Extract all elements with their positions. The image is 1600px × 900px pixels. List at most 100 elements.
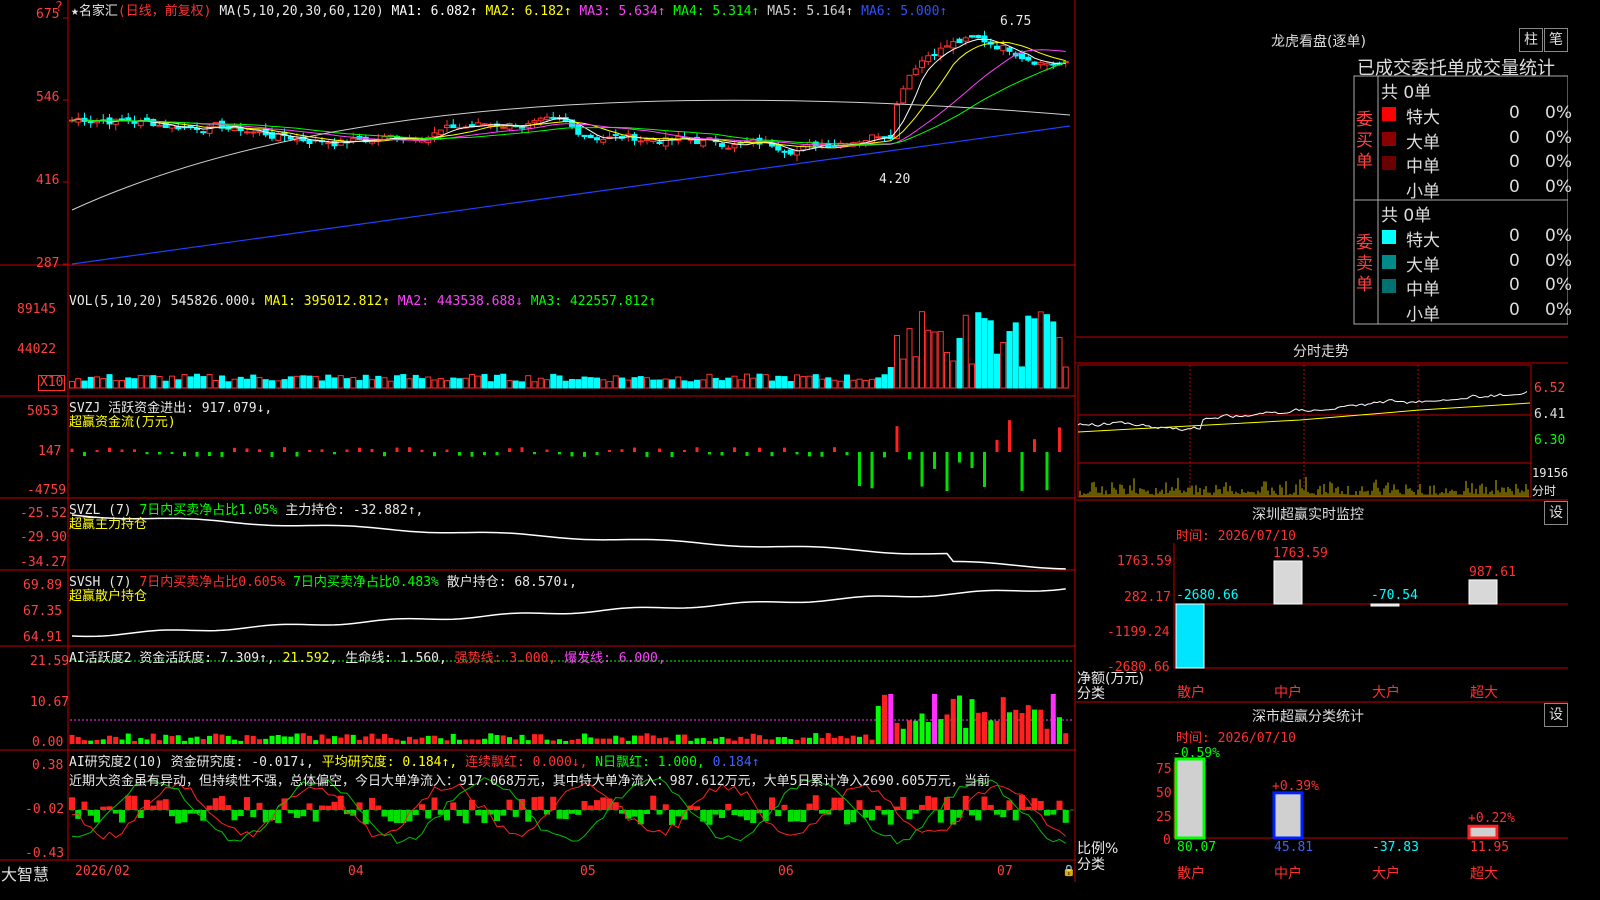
sz-settings-button[interactable]: 设 xyxy=(1544,501,1568,525)
volume-bar xyxy=(462,377,469,389)
flow-bar xyxy=(683,449,686,452)
intraday-price-line xyxy=(1077,391,1528,432)
volume-bar xyxy=(619,377,625,389)
flow-bar xyxy=(933,452,936,469)
candle-body xyxy=(650,139,657,142)
candle-body xyxy=(200,131,207,134)
research-bar xyxy=(675,810,682,817)
research-bar xyxy=(512,810,519,817)
svsh-ytick: 67.35 xyxy=(23,604,63,619)
volume-bar xyxy=(944,352,950,389)
research-bar xyxy=(537,796,544,810)
flow-bar xyxy=(645,452,649,457)
volume-bar xyxy=(100,378,107,389)
research-bar xyxy=(794,810,800,822)
activity-bar xyxy=(988,720,994,744)
stats-title: 已成交委托单成交量统计 xyxy=(1357,58,1555,79)
research-bar xyxy=(444,810,450,821)
activity-bar xyxy=(94,739,100,744)
ai-research-desc: 近期大资金虽有异动，但持续性不强，总体偏空，今日大单净流入：917.068万元，… xyxy=(69,774,991,789)
research-bar xyxy=(450,802,457,810)
intraday-price-label: 6.52 xyxy=(1534,381,1566,396)
cls-value-1: 80.07 xyxy=(1177,840,1217,855)
volume-bar xyxy=(1044,314,1050,389)
svzj-ytick: 5053 xyxy=(27,404,59,419)
flow-bar xyxy=(220,452,224,457)
star-icon[interactable]: ★ xyxy=(71,4,79,19)
candle-body xyxy=(544,116,550,120)
candle-body xyxy=(1050,63,1057,66)
research-bar xyxy=(1000,810,1007,818)
candle-body xyxy=(906,74,913,90)
flow-bar xyxy=(570,452,574,457)
volume-bar xyxy=(962,314,969,389)
candle-body xyxy=(519,126,525,129)
activity-bar xyxy=(582,733,587,744)
flow-bar xyxy=(770,452,774,457)
ai-active-ytick: 10.67 xyxy=(30,695,70,710)
vol-unit-badge[interactable]: X10 xyxy=(38,375,66,391)
activity-bar xyxy=(1032,709,1037,744)
research-bar xyxy=(569,810,575,814)
research-bar xyxy=(137,810,144,818)
research-bar xyxy=(525,810,532,822)
volume-bar xyxy=(750,377,757,389)
activity-bar xyxy=(225,735,231,744)
activity-bar xyxy=(838,736,844,744)
order-row-pct: 0% xyxy=(1545,299,1572,320)
candle-body xyxy=(87,121,94,124)
volume-bar xyxy=(75,378,82,389)
cls-ytick: 50 xyxy=(1156,786,1172,801)
ai-active-ytick: 21.59 xyxy=(30,654,70,669)
flow-bar xyxy=(183,452,186,457)
activity-bar xyxy=(138,738,144,744)
tick-mode-button[interactable]: 笔 xyxy=(1544,28,1568,52)
order-swatch xyxy=(1382,131,1396,146)
intraday-frame xyxy=(1077,364,1532,498)
kline-chart-area[interactable] xyxy=(0,0,1076,882)
volume-bar xyxy=(794,374,800,389)
cls-settings-button[interactable]: 设 xyxy=(1544,703,1568,727)
flow-bar xyxy=(1033,439,1036,452)
research-bar xyxy=(506,799,513,810)
activity-bar xyxy=(594,738,600,744)
cls-xlabel: 分类 xyxy=(1077,857,1105,873)
lock-icon[interactable]: 🔒 xyxy=(1062,864,1076,877)
flow-bar xyxy=(445,449,449,452)
volume-bar xyxy=(900,358,907,389)
volume-bar xyxy=(837,380,844,389)
sz-category-3: 大户 xyxy=(1372,685,1400,701)
vol-ma-labels: MA1: 395012.812↑ MA2: 443538.688↓ MA3: 4… xyxy=(257,294,656,309)
volume-bar xyxy=(544,379,550,389)
volume-bar xyxy=(512,380,519,389)
volume-bar xyxy=(531,381,538,389)
flow-bar xyxy=(833,447,836,452)
research-bar xyxy=(181,810,188,823)
ma-label-2: MA2: 6.182↑ xyxy=(477,4,572,19)
activity-bar xyxy=(469,739,475,744)
ai-active-v3: , 生命线: 1.560, xyxy=(329,651,455,666)
research-bar xyxy=(562,810,569,819)
activity-bar xyxy=(325,738,331,744)
order-swatch xyxy=(1382,230,1396,244)
intraday-title: 分时走势 xyxy=(1293,344,1349,360)
activity-bar xyxy=(82,740,87,744)
ai-research-v3: 连续飘红: 0.000↓, xyxy=(465,755,596,770)
research-bar xyxy=(800,810,807,823)
vol-ytick: 89145 xyxy=(17,302,57,317)
volume-bar xyxy=(312,375,319,389)
activity-bar xyxy=(944,714,950,744)
volume-bar xyxy=(825,377,832,389)
research-bar xyxy=(931,797,938,810)
bar-mode-button[interactable]: 柱 xyxy=(1519,28,1543,52)
research-bar xyxy=(381,810,388,817)
flow-bar xyxy=(70,448,74,452)
ai-research-prefix: AI研究度2(10) 资金研究度: -0.017↓, xyxy=(69,755,322,770)
volume-bar xyxy=(737,379,744,389)
activity-bar xyxy=(763,739,769,744)
cls-time: 时间: 2026/07/10 xyxy=(1176,731,1296,746)
volume-bar xyxy=(756,373,763,389)
volume-bar xyxy=(387,380,394,389)
flow-bar xyxy=(320,449,324,452)
candle-body xyxy=(325,142,332,145)
